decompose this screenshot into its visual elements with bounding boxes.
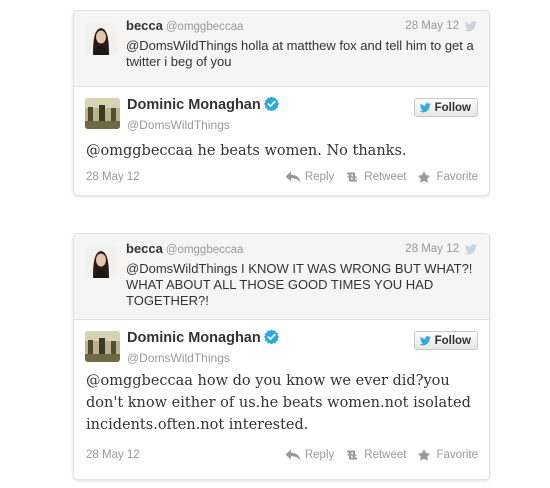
embedded-tweet-2: becca @omggbeccaa 28 May 12 @DomsWildThin… [73, 233, 490, 480]
tweet-text: @omggbeccaa he beats women. No thanks. [86, 143, 407, 159]
follow-button[interactable]: Follow [413, 98, 478, 117]
retweet-button[interactable]: Retweet [344, 449, 406, 461]
star-icon [418, 171, 431, 183]
author-display-name[interactable]: Dominic Monaghan [127, 330, 261, 346]
reply-button[interactable]: Reply [285, 171, 334, 183]
tweet-footer: 28 May 12 Reply Retweet Favorite [86, 449, 478, 463]
context-date[interactable]: 28 May 12 [405, 243, 459, 255]
author-display-name[interactable]: Dominic Monaghan [127, 97, 261, 113]
avatar-dominic[interactable] [85, 331, 120, 362]
follow-label: Follow [434, 101, 471, 114]
twitter-bird-icon [419, 102, 431, 112]
author-name[interactable]: Dominic Monaghan [127, 96, 279, 113]
context-display-name[interactable]: becca [126, 241, 163, 256]
favorite-label: Favorite [436, 449, 478, 461]
context-tweet-text: @DomsWildThings I KNOW IT WAS WRONG BUT … [126, 261, 473, 308]
verified-badge-icon [263, 96, 279, 111]
reply-button[interactable]: Reply [285, 449, 334, 461]
retweet-label: Retweet [364, 449, 407, 461]
retweet-icon [347, 450, 358, 460]
favorite-label: Favorite [436, 171, 478, 183]
twitter-bird-icon[interactable] [464, 244, 478, 255]
follow-button[interactable]: Follow [413, 331, 478, 350]
author-name[interactable]: Dominic Monaghan [127, 329, 279, 346]
retweet-label: Retweet [364, 171, 407, 183]
verified-badge-icon [263, 329, 279, 344]
avatar-becca[interactable] [85, 246, 117, 278]
in-reply-to-tweet: becca @omggbeccaa 28 May 12 @DomsWildThin… [74, 11, 489, 87]
reply-arrow-icon [285, 449, 301, 461]
retweet-button[interactable]: Retweet [344, 171, 406, 183]
context-user-name[interactable]: becca @omggbeccaa [126, 241, 243, 256]
reply-label: Reply [304, 449, 335, 461]
tweet-actions: Reply Retweet Favorite [285, 171, 478, 183]
reply-label: Reply [304, 171, 335, 183]
context-handle[interactable]: @omggbeccaa [166, 244, 244, 256]
reply-arrow-icon [285, 171, 301, 183]
context-handle[interactable]: @omggbeccaa [166, 21, 244, 33]
tweet-date[interactable]: 28 May 12 [86, 449, 140, 461]
context-user-name[interactable]: becca @omggbeccaa [126, 18, 243, 33]
author-handle[interactable]: @DomsWildThings [127, 118, 230, 132]
embedded-tweet-1: becca @omggbeccaa 28 May 12 @DomsWildThin… [73, 10, 490, 196]
tweet-footer: 28 May 12 Reply Retweet Favorite [86, 171, 478, 185]
star-icon [418, 449, 431, 461]
author-handle[interactable]: @DomsWildThings [127, 351, 230, 365]
follow-label: Follow [434, 334, 471, 347]
context-tweet-text: @DomsWildThings holla at matthew fox and… [126, 38, 474, 69]
context-date[interactable]: 28 May 12 [405, 20, 459, 32]
context-display-name[interactable]: becca [126, 18, 163, 33]
favorite-button[interactable]: Favorite [416, 449, 478, 461]
favorite-button[interactable]: Favorite [416, 171, 478, 183]
tweet-date[interactable]: 28 May 12 [86, 171, 140, 183]
retweet-icon [347, 172, 358, 182]
twitter-bird-icon[interactable] [464, 21, 478, 32]
avatar-dominic[interactable] [85, 98, 120, 129]
twitter-bird-icon [419, 335, 431, 345]
avatar-becca[interactable] [85, 23, 117, 55]
tweet-text: @omggbeccaa how do you know we ever did?… [86, 373, 471, 433]
in-reply-to-tweet: becca @omggbeccaa 28 May 12 @DomsWildThin… [74, 234, 489, 320]
tweet-actions: Reply Retweet Favorite [285, 449, 478, 461]
